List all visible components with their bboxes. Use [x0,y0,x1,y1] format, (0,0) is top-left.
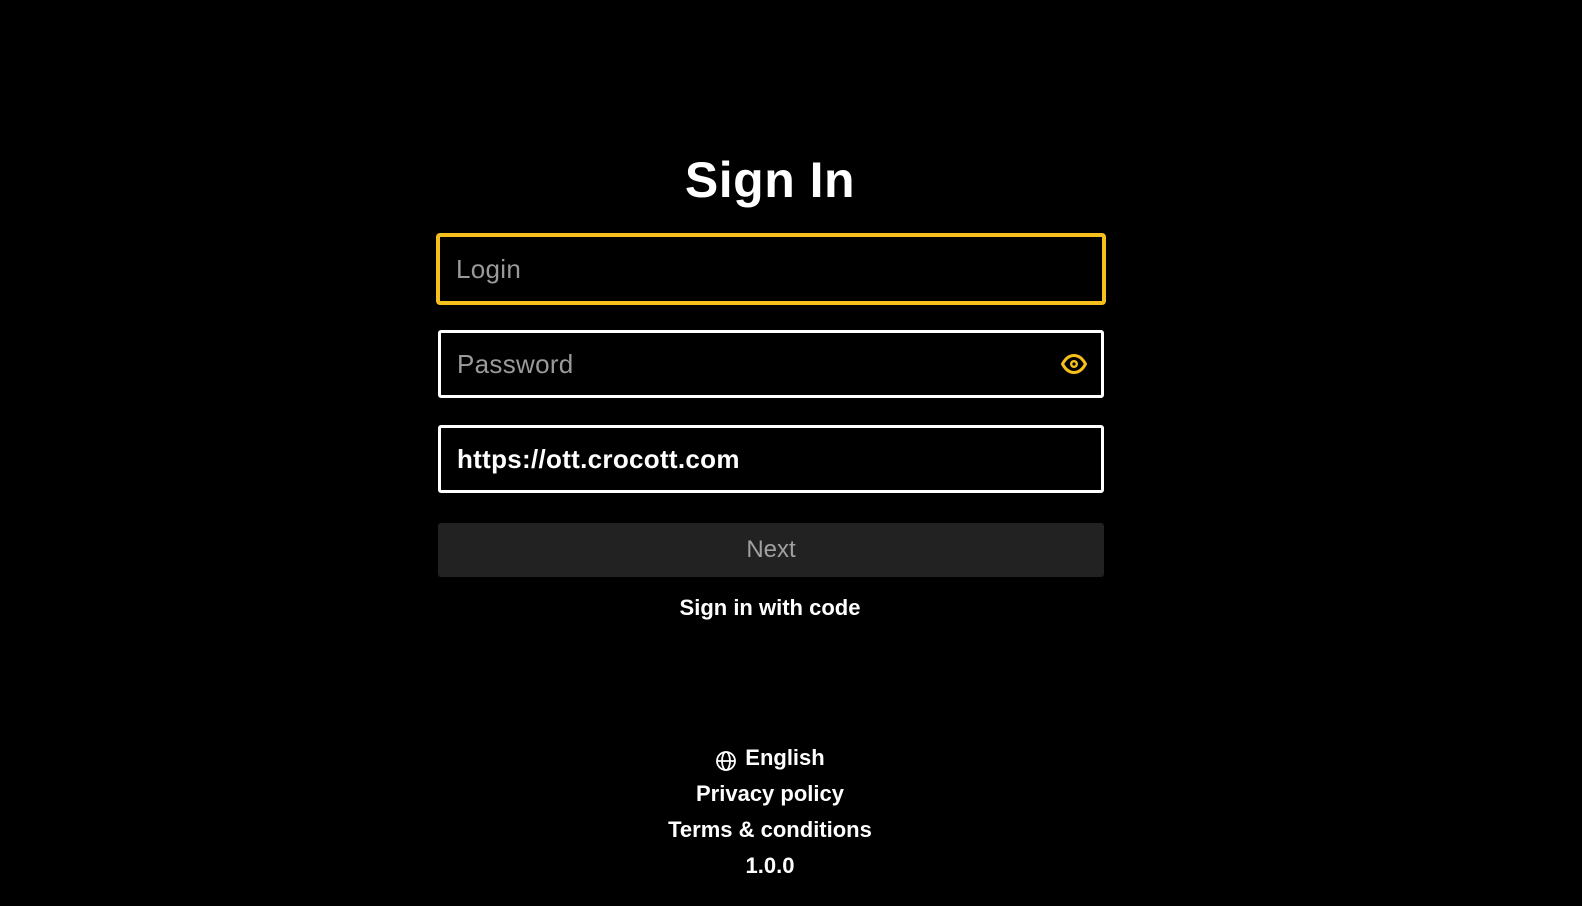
login-field[interactable] [436,233,1106,305]
app-version: 1.0.0 [745,853,795,878]
eye-icon[interactable] [1061,354,1087,374]
password-input[interactable] [457,333,1037,395]
terms-conditions-link[interactable]: Terms & conditions [668,817,872,842]
language-selector[interactable]: English [715,740,825,776]
footer: English Privacy policy Terms & condition… [0,740,1540,884]
language-label: English [745,745,825,770]
server-input[interactable] [457,428,1037,490]
globe-icon [715,747,737,771]
sign-in-with-code-link[interactable]: Sign in with code [0,593,1540,623]
server-field[interactable] [438,425,1104,493]
privacy-policy-link[interactable]: Privacy policy [696,781,844,806]
login-input[interactable] [456,237,1038,301]
next-button[interactable]: Next [438,523,1104,577]
page-title: Sign In [684,152,856,208]
password-field[interactable] [438,330,1104,398]
